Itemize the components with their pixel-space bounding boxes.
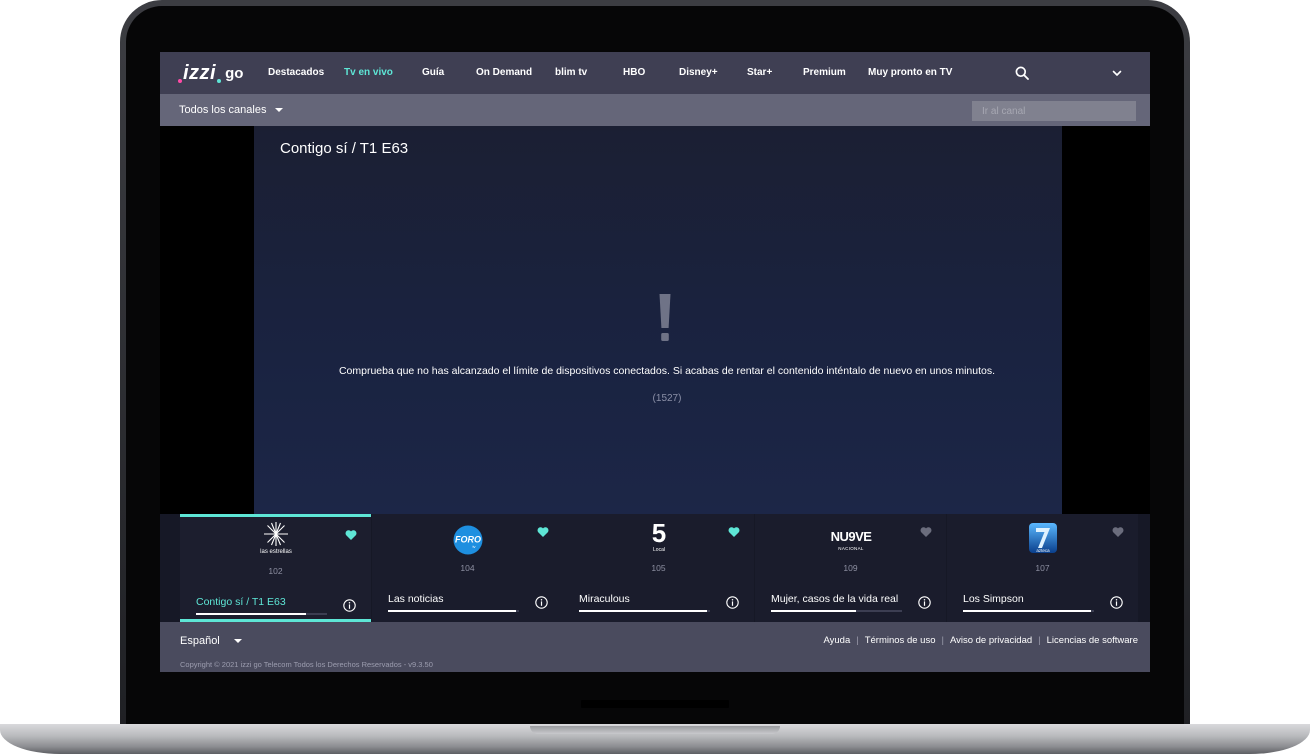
foro-logo-icon: FORO tv xyxy=(453,525,483,555)
video-player[interactable]: Contigo sí / T1 E63 Comprueba que no has… xyxy=(254,126,1062,514)
channel-logo-las-estrellas: las estrellas xyxy=(256,520,296,556)
nav-on-demand[interactable]: On Demand xyxy=(476,67,532,78)
nav-blim-tv[interactable]: blim tv xyxy=(555,67,587,78)
channel-number: 102 xyxy=(268,566,283,576)
chevron-down-icon[interactable] xyxy=(1111,67,1123,79)
nav-destacados[interactable]: Destacados xyxy=(268,67,324,78)
progress-bar xyxy=(388,610,519,612)
izzi-go-logo[interactable]: izzi go xyxy=(178,63,243,83)
footer-link-ayuda[interactable]: Ayuda xyxy=(823,635,850,646)
channel-number: 105 xyxy=(651,563,666,573)
progress-bar xyxy=(579,610,710,612)
footer-separator: | xyxy=(856,635,859,646)
program-title: Mujer, casos de la vida real xyxy=(771,593,899,605)
info-icon[interactable] xyxy=(1110,596,1123,609)
logo-text: izzi xyxy=(183,62,217,84)
channel-number: 104 xyxy=(460,563,475,573)
nueve-logo-subtext: NACIONAL xyxy=(838,545,864,551)
channel-logo-nueve: NU9VE NACIONAL xyxy=(826,522,876,558)
search-icon[interactable] xyxy=(1015,66,1029,80)
progress-bar xyxy=(771,610,902,612)
heart-icon[interactable] xyxy=(920,526,932,538)
azteca-logo-icon: azteca xyxy=(1029,523,1057,553)
channel-card[interactable]: NU9VE NACIONAL 109 Mujer, casos de la vi… xyxy=(755,514,946,622)
channel-logo-canal-5: 5 Local xyxy=(639,518,679,554)
info-icon[interactable] xyxy=(726,596,739,609)
progress-fill xyxy=(196,613,307,615)
channel-card[interactable]: 5 Local 105 Miraculous xyxy=(563,514,754,622)
channel-number: 107 xyxy=(1035,563,1050,573)
logo-dot xyxy=(178,79,182,83)
channel-logo-text: las estrellas xyxy=(260,549,292,555)
channel-strip: las estrellas 102 Contigo sí / T1 E63 FO… xyxy=(160,514,1150,622)
progress-bar xyxy=(963,610,1094,612)
error-message: Comprueba que no has alcanzado el límite… xyxy=(338,365,996,377)
channel-card[interactable]: FORO tv 104 Las noticias xyxy=(372,514,563,622)
footer-link-privacidad[interactable]: Aviso de privacidad xyxy=(950,635,1032,646)
copyright: Copyright © 2021 izzi go Telecom Todos l… xyxy=(180,660,433,669)
canal5-logo-number: 5 xyxy=(651,517,667,548)
channel-filter-dropdown[interactable]: Todos los canales xyxy=(179,104,284,116)
nav-premium[interactable]: Premium xyxy=(803,67,846,78)
info-icon[interactable] xyxy=(343,599,356,612)
info-icon[interactable] xyxy=(918,596,931,609)
foro-logo-subtext: tv xyxy=(472,544,475,549)
nav-star-plus[interactable]: Star+ xyxy=(747,67,772,78)
nav-hbo[interactable]: HBO xyxy=(623,67,645,78)
heart-icon[interactable] xyxy=(537,526,549,538)
footer-separator: | xyxy=(1038,635,1041,646)
channel-logo-foro: FORO tv xyxy=(448,522,488,558)
heart-icon[interactable] xyxy=(728,526,740,538)
nav-disney-plus[interactable]: Disney+ xyxy=(679,67,718,78)
error-code: (1527) xyxy=(652,393,682,404)
program-title: Los Simpson xyxy=(963,593,1024,605)
nueve-logo-text: NU9VE xyxy=(830,528,872,544)
footer: Español Ayuda | Términos de uso | Aviso … xyxy=(160,622,1150,672)
logo-suffix: go xyxy=(225,65,244,82)
foro-logo-text: FORO xyxy=(455,535,481,545)
program-title: Contigo sí / T1 E63 xyxy=(196,596,286,608)
progress-fill xyxy=(388,610,517,612)
top-nav: izzi go Destacados Tv en vivo Guía On De… xyxy=(160,52,1150,94)
channel-filter-label: Todos los canales xyxy=(179,104,267,116)
player-title: Contigo sí / T1 E63 xyxy=(280,140,409,157)
footer-separator: | xyxy=(941,635,944,646)
channel-number: 109 xyxy=(843,563,858,573)
app-screen: izzi go Destacados Tv en vivo Guía On De… xyxy=(160,52,1150,672)
footer-links: Ayuda | Términos de uso | Aviso de priva… xyxy=(823,635,1138,646)
stage: izzi go Destacados Tv en vivo Guía On De… xyxy=(0,0,1310,754)
channel-logo-azteca-7: azteca xyxy=(1023,520,1063,556)
info-icon[interactable] xyxy=(535,596,548,609)
program-title: Miraculous xyxy=(579,593,630,605)
logo-dot xyxy=(217,79,222,83)
heart-icon[interactable] xyxy=(345,529,357,541)
progress-bar xyxy=(196,613,327,615)
caret-down-icon xyxy=(233,638,242,643)
nav-tv-en-vivo[interactable]: Tv en vivo xyxy=(344,67,393,78)
exclamation-icon xyxy=(659,294,671,341)
language-label: Español xyxy=(180,635,220,647)
language-dropdown[interactable]: Español xyxy=(180,635,242,647)
heart-icon[interactable] xyxy=(1112,526,1124,538)
progress-fill xyxy=(963,610,1092,612)
caret-down-icon xyxy=(275,107,284,112)
go-to-channel-input[interactable] xyxy=(972,101,1136,121)
progress-fill xyxy=(771,610,857,612)
laptop-hinge xyxy=(581,700,729,708)
star-logo-icon xyxy=(264,522,288,546)
channel-card[interactable]: las estrellas 102 Contigo sí / T1 E63 xyxy=(180,514,371,622)
laptop-notch xyxy=(530,726,780,734)
progress-fill xyxy=(579,610,708,612)
channel-card[interactable]: azteca 107 Los Simpson xyxy=(947,514,1138,622)
footer-link-terminos[interactable]: Términos de uso xyxy=(865,635,936,646)
program-title: Las noticias xyxy=(388,593,444,605)
canal5-logo-subtext: Local xyxy=(653,546,665,553)
sub-nav: Todos los canales xyxy=(160,94,1150,126)
azteca-logo-subtext: azteca xyxy=(1036,548,1050,553)
nav-muy-pronto[interactable]: Muy pronto en TV xyxy=(868,67,952,78)
nav-guia[interactable]: Guía xyxy=(422,67,444,78)
footer-link-licencias[interactable]: Licencias de software xyxy=(1047,635,1138,646)
